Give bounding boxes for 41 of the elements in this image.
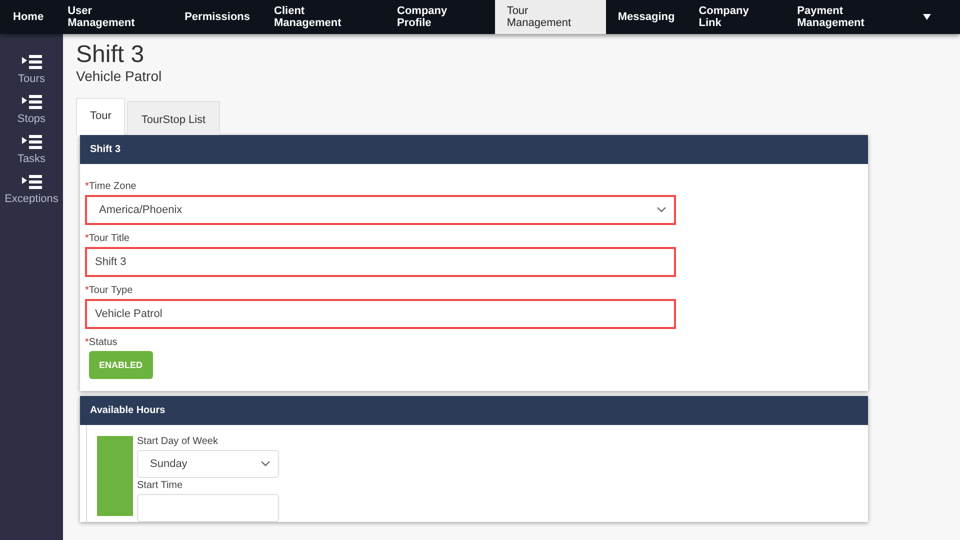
nav-item[interactable]: Messaging bbox=[606, 0, 687, 34]
caret-icon[interactable] bbox=[923, 14, 931, 20]
field-label: Tour Type bbox=[88, 285, 133, 296]
nav-item[interactable]: Home bbox=[1, 0, 56, 34]
chevron-down-icon bbox=[657, 207, 666, 213]
nav-item[interactable]: Client Management bbox=[262, 0, 386, 34]
required-marker: * bbox=[85, 233, 89, 244]
required-marker: * bbox=[85, 285, 89, 296]
field-label: Status bbox=[88, 337, 118, 348]
list-icon bbox=[22, 94, 42, 110]
tab[interactable]: TourStop List bbox=[127, 101, 220, 135]
field-label: Tour Title bbox=[88, 233, 130, 244]
field-label: Start Day of Week bbox=[137, 436, 218, 447]
nav-item[interactable]: Tour Management bbox=[494, 0, 606, 34]
select-field[interactable]: America/Phoenix bbox=[85, 195, 676, 225]
sidebar-item[interactable]: Tasks bbox=[0, 134, 63, 165]
nav-item[interactable]: Payment Management bbox=[785, 0, 924, 34]
nav-item[interactable]: Company Link bbox=[686, 0, 786, 34]
input-field[interactable]: Vehicle Patrol bbox=[85, 299, 676, 329]
input-field[interactable] bbox=[137, 494, 279, 522]
card-title: Shift 3 bbox=[90, 144, 121, 155]
list-icon bbox=[22, 174, 42, 190]
sidebar-item[interactable]: Tours bbox=[0, 54, 63, 85]
select-field[interactable]: Sunday bbox=[137, 450, 279, 478]
card-title: Available Hours bbox=[90, 405, 166, 416]
required-marker: * bbox=[85, 337, 89, 348]
list-icon bbox=[22, 134, 42, 150]
sidebar-item[interactable]: Exceptions bbox=[0, 174, 63, 205]
page-title: Shift 3 bbox=[76, 42, 146, 68]
field-label: Start Time bbox=[137, 480, 183, 491]
page-subtitle: Vehicle Patrol bbox=[76, 68, 163, 84]
input-field[interactable]: Shift 3 bbox=[85, 247, 676, 277]
sidebar-item[interactable]: Stops bbox=[0, 94, 63, 125]
list-icon bbox=[22, 54, 42, 70]
field-label: Time Zone bbox=[88, 181, 136, 192]
required-marker: * bbox=[85, 181, 89, 192]
tab[interactable]: Tour bbox=[76, 98, 126, 135]
chevron-down-icon bbox=[261, 461, 270, 467]
nav-item[interactable]: Permissions bbox=[172, 0, 262, 34]
nav-item[interactable]: Company Profile bbox=[385, 0, 495, 34]
nav-item[interactable]: User Management bbox=[56, 0, 173, 34]
